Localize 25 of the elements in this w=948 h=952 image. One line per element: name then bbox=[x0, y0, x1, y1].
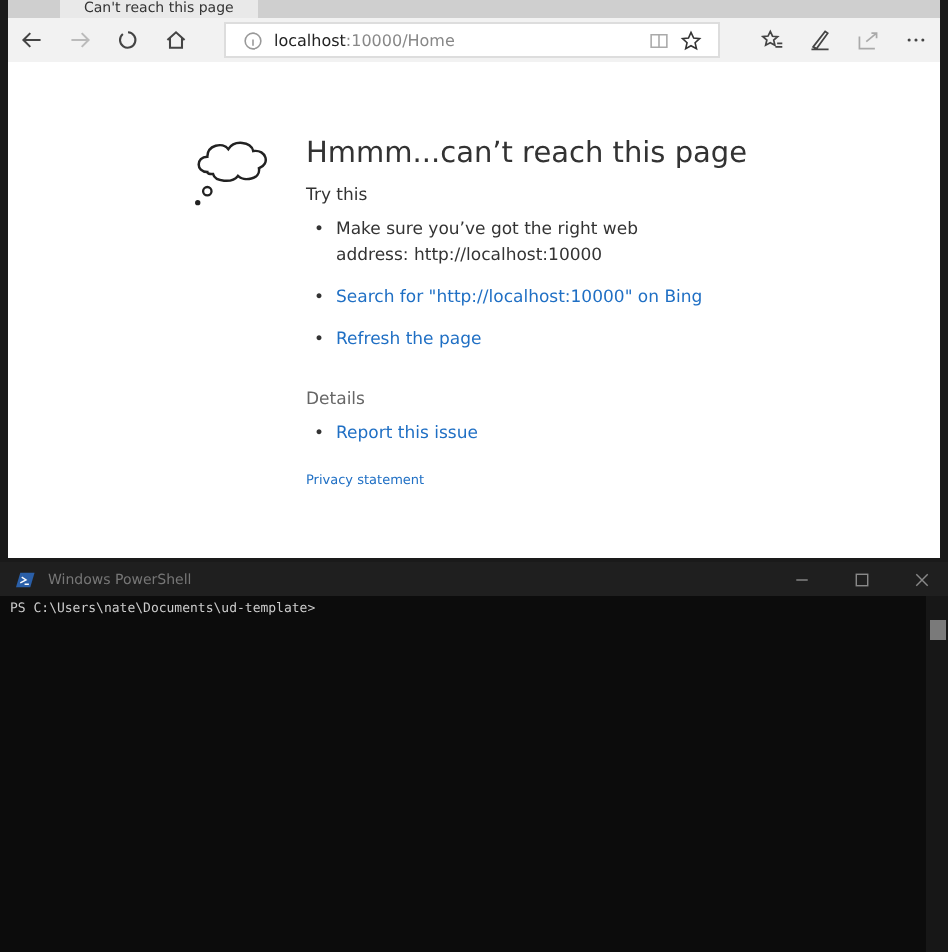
bullet: • bbox=[314, 218, 325, 244]
bullet: • bbox=[314, 422, 325, 448]
pen-icon[interactable] bbox=[808, 28, 832, 52]
url-text: localhost:10000/Home bbox=[274, 31, 457, 49]
close-icon[interactable] bbox=[912, 569, 932, 589]
try-this-label: Try this bbox=[306, 186, 368, 206]
star-icon[interactable] bbox=[680, 29, 702, 51]
maximize-icon[interactable] bbox=[852, 569, 872, 589]
favorites-icon[interactable] bbox=[760, 28, 784, 52]
suggestion-text: Make sure you’ve got the right web address: http://localhost:10000 bbox=[336, 218, 640, 270]
refresh-icon[interactable] bbox=[116, 28, 140, 52]
report-link[interactable]: Report this issue bbox=[336, 422, 478, 448]
address-bar[interactable]: localhost:10000/Home bbox=[224, 22, 720, 58]
bullet: • bbox=[314, 286, 325, 312]
scrollbar[interactable] bbox=[926, 596, 948, 952]
back-icon[interactable] bbox=[20, 28, 44, 52]
home-icon[interactable] bbox=[164, 28, 188, 52]
scrollbar-thumb[interactable] bbox=[929, 620, 945, 640]
powershell-icon bbox=[16, 569, 36, 589]
bullet: • bbox=[314, 328, 325, 354]
error-title: Hmmm...can’t reach this page bbox=[306, 138, 748, 170]
info-icon bbox=[242, 29, 264, 51]
suggestion-link[interactable]: Refresh the page bbox=[336, 328, 482, 354]
suggestion-link[interactable]: Search for "http://localhost:10000" on Bing bbox=[336, 286, 703, 312]
details-heading: Details bbox=[306, 390, 365, 410]
